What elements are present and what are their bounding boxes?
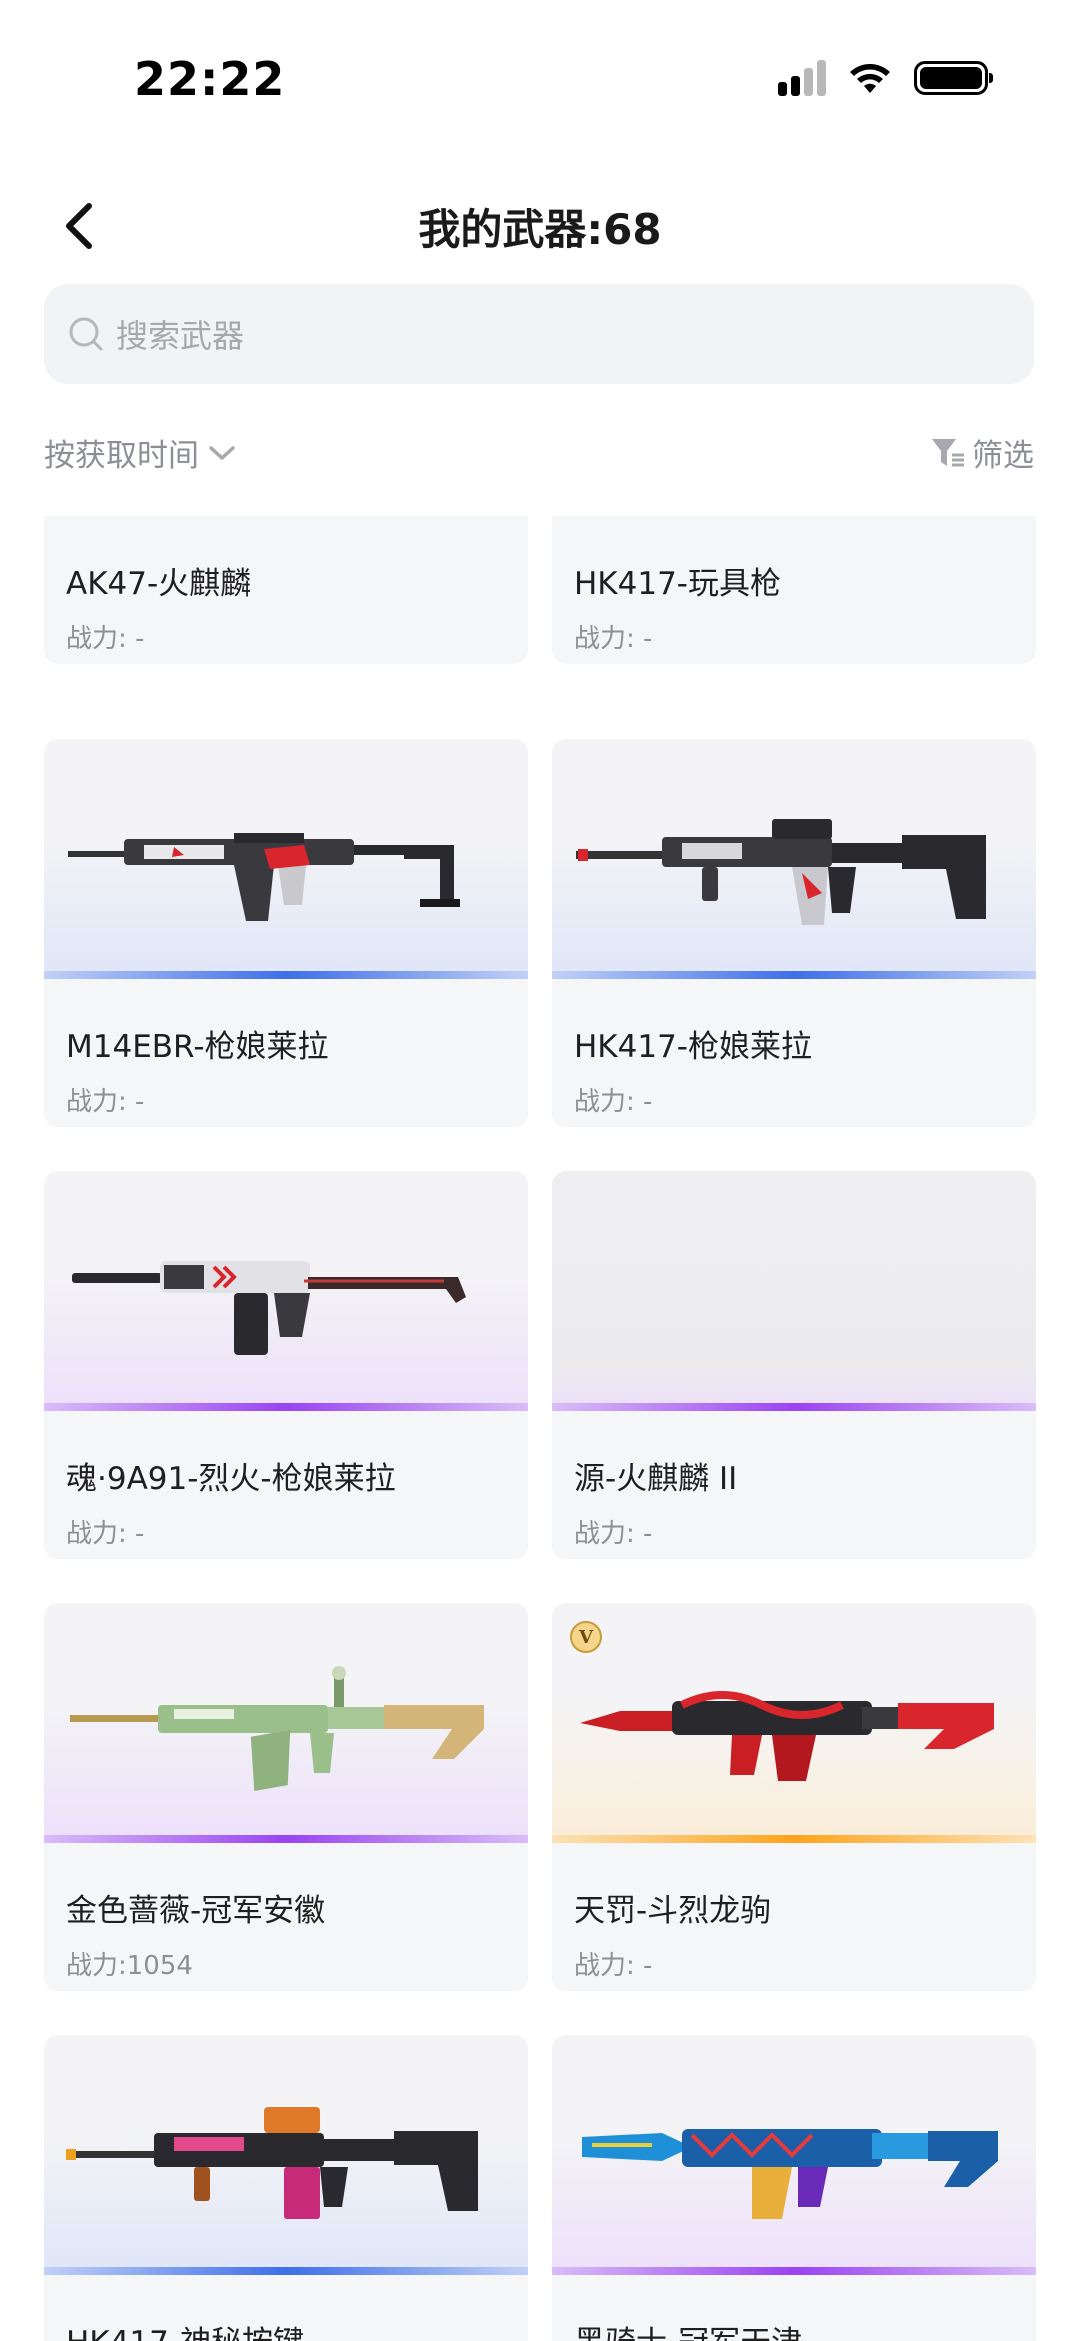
filter-button[interactable]: 筛选 [930, 430, 1034, 475]
battery-icon [914, 61, 993, 95]
weapon-card[interactable]: 源-火麒麟 II 战力: - [552, 1171, 1036, 1559]
rarity-bar [552, 2267, 1036, 2275]
weapon-image-area [44, 2035, 528, 2275]
weapon-name: 黑骑士-冠军天津 [574, 2317, 802, 2341]
search-input[interactable]: 搜索武器 [44, 284, 1034, 384]
rarity-bar [552, 1835, 1036, 1843]
weapon-name: M14EBR-枪娘莱拉 [66, 1029, 329, 1065]
weapon-name: 天罚-斗烈龙驹 [574, 1893, 772, 1929]
rarity-bar [44, 2267, 528, 2275]
filter-label: 筛选 [972, 438, 1034, 474]
weapon-power: 战力: - [574, 624, 653, 654]
weapon-image-area [44, 1603, 528, 1843]
status-bar: 22:22 [0, 0, 1080, 150]
weapon-name: HK417-玩具枪 [574, 566, 781, 602]
weapon-name: HK417-神秘按键 [66, 2317, 304, 2341]
weapon-list[interactable]: AK47-火麒麟 战力: - HK417-玩具枪 战力: - M14EBR-枪娘… [0, 516, 1080, 2341]
wifi-icon [850, 64, 890, 93]
weapon-image-area [44, 1171, 528, 1411]
weapon-image-area [44, 739, 528, 979]
rarity-bar [552, 971, 1036, 979]
weapon-name: 源-火麒麟 II [574, 1461, 738, 1497]
m14ebr-rifle-image [68, 833, 460, 921]
header: 我的武器:68 [0, 180, 1080, 270]
weapon-power: 战力: - [66, 624, 145, 654]
weapon-power: 战力: - [574, 1087, 653, 1117]
weapon-card[interactable]: 金色蔷薇-冠军安徽 战力:1054 [44, 1603, 528, 1991]
9a91-rifle-image [72, 1261, 466, 1355]
search-icon [66, 314, 106, 354]
cellular-signal-icon [778, 60, 826, 96]
page-title: 我的武器:68 [418, 205, 662, 254]
weapon-power: 战力: - [574, 1519, 653, 1549]
weapon-image-area [552, 1171, 1036, 1411]
weapon-image-area [552, 739, 1036, 979]
rarity-bar [44, 1403, 528, 1411]
weapon-card[interactable]: V 天罚-斗烈龙驹 战力: - [552, 1603, 1036, 1991]
rarity-bar [552, 1403, 1036, 1411]
weapon-power: 战力:1054 [66, 1951, 193, 1981]
blue-shark-rifle-image [582, 2129, 998, 2219]
weapon-power: 战力: - [574, 1951, 653, 1981]
weapon-image-area [552, 2035, 1036, 2275]
red-dragon-rifle-image [580, 1691, 994, 1781]
weapon-name: HK417-枪娘莱拉 [574, 1029, 812, 1065]
status-icons [778, 60, 993, 96]
weapon-image-area: V [552, 1603, 1036, 1843]
weapon-power: 战力: - [66, 1519, 145, 1549]
status-time: 22:22 [134, 52, 286, 106]
v-badge-icon: V [570, 1621, 602, 1653]
weapon-card[interactable]: AK47-火麒麟 战力: - [44, 516, 528, 664]
weapon-power: 战力: - [66, 1087, 145, 1117]
rarity-bar [44, 1835, 528, 1843]
hk417-rifle-image [576, 819, 986, 925]
weapon-card[interactable]: HK417-神秘按键 [44, 2035, 528, 2341]
weapon-card[interactable]: HK417-玩具枪 战力: - [552, 516, 1036, 664]
weapon-card[interactable]: 黑骑士-冠军天津 [552, 2035, 1036, 2341]
weapon-name: AK47-火麒麟 [66, 566, 252, 602]
green-ak-rifle-image [70, 1666, 484, 1791]
weapon-card[interactable]: 魂·9A91-烈火-枪娘莱拉 战力: - [44, 1171, 528, 1559]
weapon-name: 魂·9A91-烈火-枪娘莱拉 [66, 1461, 396, 1497]
hk417-pink-rifle-image [66, 2107, 478, 2219]
weapon-card[interactable]: HK417-枪娘莱拉 战力: - [552, 739, 1036, 1127]
filter-icon [932, 438, 964, 466]
sort-label: 按获取时间 [44, 438, 199, 474]
weapon-name: 金色蔷薇-冠军安徽 [66, 1893, 326, 1929]
weapon-card[interactable]: M14EBR-枪娘莱拉 战力: - [44, 739, 528, 1127]
chevron-down-icon [209, 445, 235, 460]
rarity-bar [44, 971, 528, 979]
sort-dropdown[interactable]: 按获取时间 [44, 430, 237, 475]
search-placeholder: 搜索武器 [116, 317, 245, 355]
